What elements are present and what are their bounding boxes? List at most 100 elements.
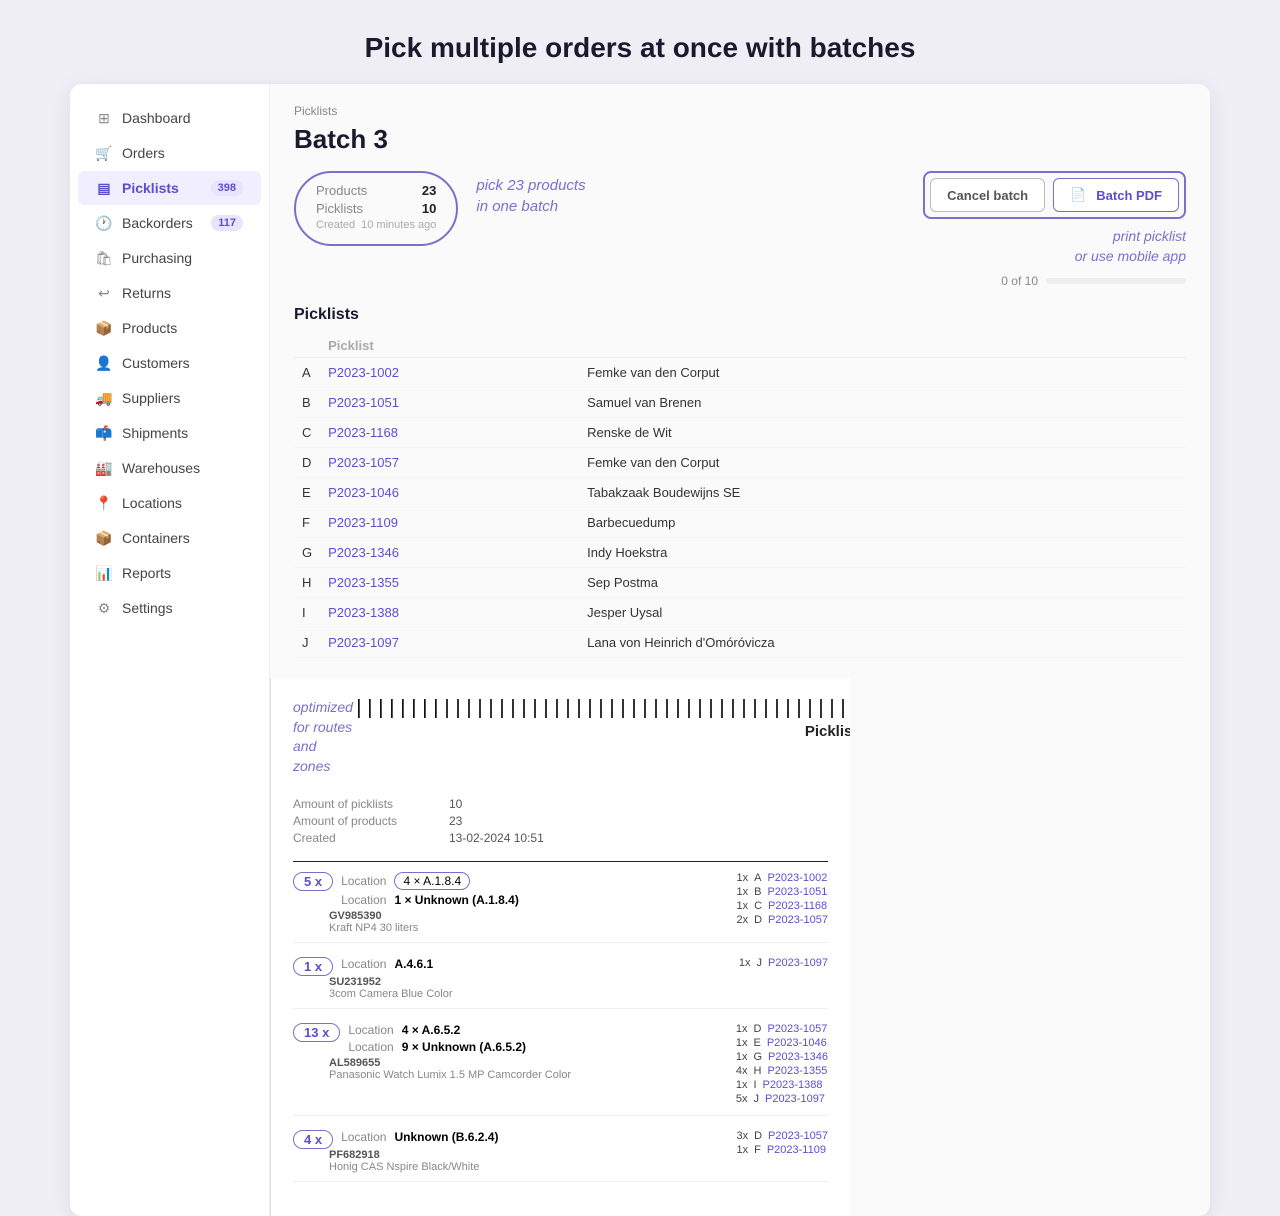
loc-label: Location [341,874,386,888]
order-aside-row: 1x E P2023-1046 [736,1037,828,1049]
container-icon: 📦 [96,530,112,546]
sidebar-item-label: Reports [122,565,171,581]
sidebar-item-shipments[interactable]: 📫 Shipments [78,416,261,450]
group-divider [293,1008,828,1009]
orders-aside: 1x A P2023-1002 1x B P2023-1051 1x C P20… [736,872,828,928]
meta-label: Amount of products [293,814,433,828]
sidebar-item-settings[interactable]: ⚙ Settings [78,591,261,625]
sidebar-item-purchasing[interactable]: 🛍 Purchasing [78,241,261,275]
table-row: E P2023-1046 Tabakzaak Boudewijns SE [294,478,1186,508]
sidebar-item-picklists[interactable]: ▤ Picklists 398 [78,171,261,205]
row-name: Samuel van Brenen [579,388,1186,418]
backorders-badge: 117 [211,215,243,231]
loc-label: Location [341,957,386,971]
group-left: 1 x Location A.4.6.1 SU231952 3com Camer… [293,957,453,1000]
order-number: P2023-1168 [768,900,827,912]
sidebar-item-locations[interactable]: 📍 Locations [78,486,261,520]
row-order[interactable]: P2023-1346 [320,538,579,568]
row-order[interactable]: P2023-1109 [320,508,579,538]
order-letter: D [754,1130,762,1142]
annotation-print: print picklist or use mobile app [1075,227,1186,266]
row-order[interactable]: P2023-1057 [320,448,579,478]
grid-icon: ⊞ [96,110,112,126]
sidebar-item-label: Returns [122,285,171,301]
table-row: A P2023-1002 Femke van den Corput [294,358,1186,388]
order-number: P2023-1002 [767,872,827,884]
gear-icon: ⚙ [96,600,112,616]
order-aside-row: 1x G P2023-1346 [736,1051,828,1063]
row-name: Femke van den Corput [579,448,1186,478]
preview-meta-row: Amount of products 23 [293,814,828,828]
loc-row: Location A.4.6.1 [341,957,433,971]
sidebar-item-label: Shipments [122,425,188,441]
group-header: 13 x Location 4 × A.6.5.2 Location 9 × U… [293,1023,571,1057]
sidebar-item-customers[interactable]: 👤 Customers [78,346,261,380]
sidebar-item-backorders[interactable]: 🕐 Backorders 117 [78,206,261,240]
batch-pdf-button[interactable]: 📄Batch PDF [1053,178,1179,212]
product-line: SU231952 3com Camera Blue Color [329,976,453,1000]
sidebar-item-products[interactable]: 📦 Products [78,311,261,345]
sidebar-item-dashboard[interactable]: ⊞ Dashboard [78,101,261,135]
location-group: 1 x Location A.4.6.1 SU231952 3com Camer… [293,957,828,1009]
order-aside-row: 4x H P2023-1355 [736,1065,828,1077]
order-aside-row: 3x D P2023-1057 [736,1130,828,1142]
order-number: P2023-1346 [768,1051,828,1063]
row-order[interactable]: P2023-1002 [320,358,579,388]
clock-icon: 🕐 [96,215,112,231]
product-sku: AL589655 [329,1057,380,1069]
products-label: Products [316,183,367,198]
product-sku: PF682918 [329,1149,380,1161]
preview-meta-row: Amount of picklists10 [293,797,828,811]
meta-label: Created [293,831,433,845]
location-value: 9 × Unknown (A.6.5.2) [402,1040,526,1054]
sidebar-item-orders[interactable]: 🛒 Orders [78,136,261,170]
cancel-batch-button[interactable]: Cancel batch [930,178,1045,212]
product-name: 3com Camera Blue Color [329,988,453,1000]
order-qty: 3x [736,1130,748,1142]
row-order[interactable]: P2023-1355 [320,568,579,598]
main-content: Picklists Batch 3 Products 23 Picklists … [270,84,1210,1216]
annotation-routes: optimized for routes and zones [293,698,353,776]
sidebar-item-reports[interactable]: 📊 Reports [78,556,261,590]
group-locations: Location 4 × A.1.8.4 Location 1 × Unknow… [341,872,519,910]
row-letter: A [294,358,320,388]
order-number: P2023-1046 [767,1037,827,1049]
app-container: ⊞ Dashboard 🛒 Orders ▤ Picklists 398 🕐 B… [70,84,1210,1216]
row-order[interactable]: P2023-1168 [320,418,579,448]
sidebar-item-label: Picklists [122,180,179,196]
row-letter: G [294,538,320,568]
sidebar-item-containers[interactable]: 📦 Containers [78,521,261,555]
row-letter: B [294,388,320,418]
sidebar-item-label: Customers [122,355,190,371]
row-order[interactable]: P2023-1046 [320,478,579,508]
order-qty: 4x [736,1065,748,1077]
order-aside-row: 1x B P2023-1051 [736,886,828,898]
picklists-badge: 398 [211,180,243,196]
row-order[interactable]: P2023-1388 [320,598,579,628]
order-letter: G [753,1051,762,1063]
sidebar-item-suppliers[interactable]: 🚚 Suppliers [78,381,261,415]
location-group: 5 x Location 4 × A.1.8.4 Location 1 × Un… [293,872,828,943]
sidebar-item-returns[interactable]: ↩ Returns [78,276,261,310]
order-qty: 1x [736,1144,748,1156]
order-number: P2023-1057 [768,1130,828,1142]
group-locations: Location 4 × A.6.5.2 Location 9 × Unknow… [348,1023,526,1057]
sidebar-item-warehouses[interactable]: 🏭 Warehouses [78,451,261,485]
row-order[interactable]: P2023-1051 [320,388,579,418]
sidebar-item-label: Dashboard [122,110,191,126]
sidebar-item-label: Containers [122,530,190,546]
order-letter: J [757,957,763,969]
product-line: PF682918 Honig CAS Nspire Black/White [329,1149,498,1173]
location-value: Unknown (B.6.2.4) [394,1130,498,1144]
meta-value: 23 [449,814,462,828]
picklists-section-title: Picklists [294,306,1186,324]
product-line: AL589655 Panasonic Watch Lumix 1.5 MP Ca… [329,1057,571,1081]
order-qty: 1x [739,957,751,969]
order-qty: 1x [736,1023,748,1035]
preview-panel: optimized for routes and zones |||||||||… [270,678,850,1215]
group-inner: 1 x Location A.4.6.1 SU231952 3com Camer… [293,957,828,1000]
row-order[interactable]: P2023-1097 [320,628,579,658]
list-icon: ▤ [96,180,112,196]
order-number: P2023-1051 [767,886,827,898]
order-number: P2023-1097 [768,957,828,969]
